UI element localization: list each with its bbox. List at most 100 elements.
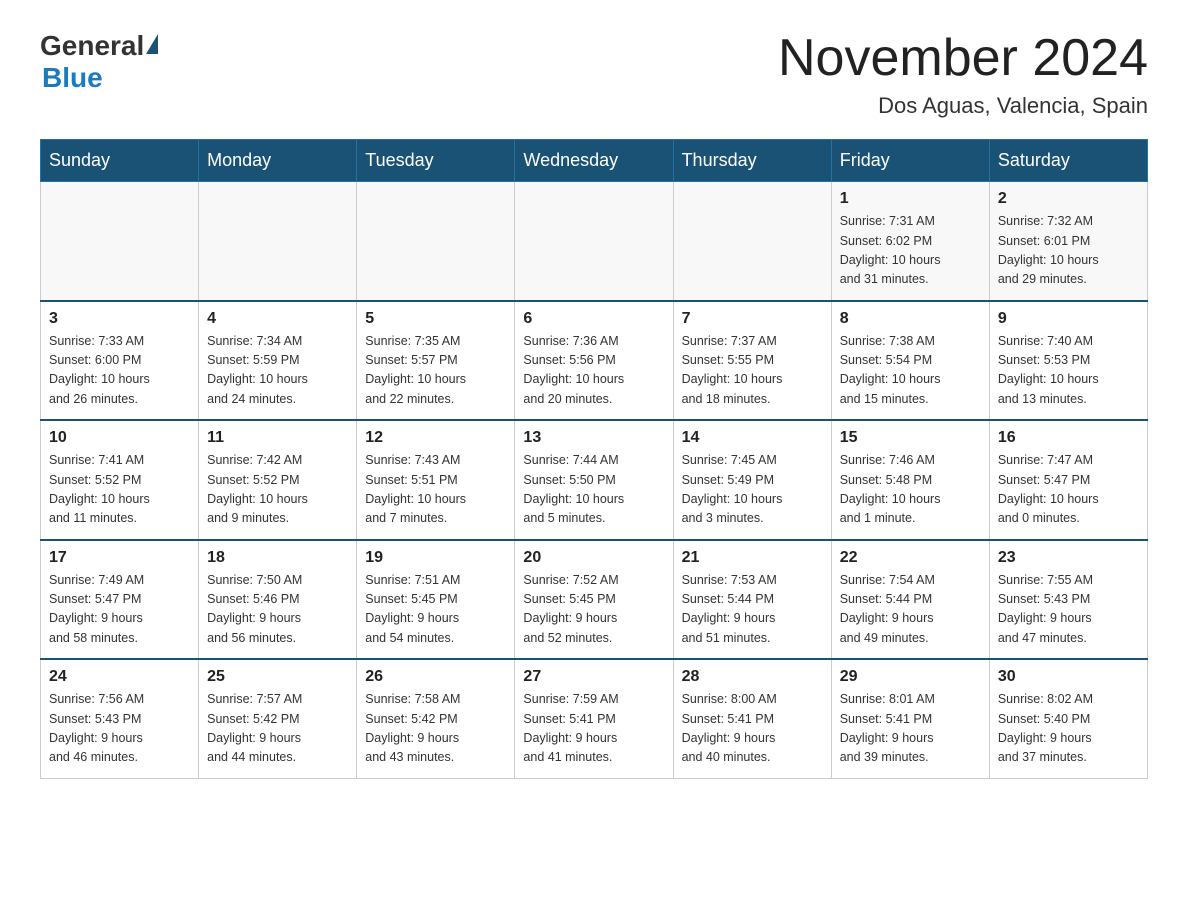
- calendar-cell: 13 Sunrise: 7:44 AM Sunset: 5:50 PM Dayli…: [515, 420, 673, 540]
- day-info: Sunrise: 7:52 AM Sunset: 5:45 PM Dayligh…: [523, 571, 664, 649]
- calendar-week-row: 3 Sunrise: 7:33 AM Sunset: 6:00 PM Daylig…: [41, 301, 1148, 421]
- calendar-cell: 27 Sunrise: 7:59 AM Sunset: 5:41 PM Dayli…: [515, 659, 673, 778]
- day-number: 20: [523, 549, 664, 567]
- day-number: 8: [840, 310, 981, 328]
- day-info: Sunrise: 7:50 AM Sunset: 5:46 PM Dayligh…: [207, 571, 348, 649]
- day-number: 5: [365, 310, 506, 328]
- calendar-header-saturday: Saturday: [989, 140, 1147, 182]
- day-number: 7: [682, 310, 823, 328]
- calendar-cell: [515, 182, 673, 301]
- day-number: 18: [207, 549, 348, 567]
- calendar-cell: 8 Sunrise: 7:38 AM Sunset: 5:54 PM Daylig…: [831, 301, 989, 421]
- day-info: Sunrise: 7:32 AM Sunset: 6:01 PM Dayligh…: [998, 212, 1139, 290]
- calendar-header-sunday: Sunday: [41, 140, 199, 182]
- day-number: 2: [998, 190, 1139, 208]
- calendar-header-wednesday: Wednesday: [515, 140, 673, 182]
- day-number: 10: [49, 429, 190, 447]
- calendar-header-friday: Friday: [831, 140, 989, 182]
- day-number: 19: [365, 549, 506, 567]
- day-info: Sunrise: 7:37 AM Sunset: 5:55 PM Dayligh…: [682, 332, 823, 410]
- calendar-cell: [673, 182, 831, 301]
- day-info: Sunrise: 7:59 AM Sunset: 5:41 PM Dayligh…: [523, 690, 664, 768]
- calendar-cell: [357, 182, 515, 301]
- day-info: Sunrise: 7:42 AM Sunset: 5:52 PM Dayligh…: [207, 451, 348, 529]
- day-number: 23: [998, 549, 1139, 567]
- calendar-cell: 7 Sunrise: 7:37 AM Sunset: 5:55 PM Daylig…: [673, 301, 831, 421]
- calendar-cell: 6 Sunrise: 7:36 AM Sunset: 5:56 PM Daylig…: [515, 301, 673, 421]
- day-info: Sunrise: 7:44 AM Sunset: 5:50 PM Dayligh…: [523, 451, 664, 529]
- calendar-week-row: 1 Sunrise: 7:31 AM Sunset: 6:02 PM Daylig…: [41, 182, 1148, 301]
- day-info: Sunrise: 7:43 AM Sunset: 5:51 PM Dayligh…: [365, 451, 506, 529]
- day-number: 29: [840, 668, 981, 686]
- day-number: 28: [682, 668, 823, 686]
- location-text: Dos Aguas, Valencia, Spain: [778, 93, 1148, 119]
- logo: General Blue: [40, 30, 158, 94]
- day-number: 27: [523, 668, 664, 686]
- calendar-cell: 24 Sunrise: 7:56 AM Sunset: 5:43 PM Dayli…: [41, 659, 199, 778]
- day-info: Sunrise: 7:56 AM Sunset: 5:43 PM Dayligh…: [49, 690, 190, 768]
- calendar-cell: 21 Sunrise: 7:53 AM Sunset: 5:44 PM Dayli…: [673, 540, 831, 660]
- calendar-cell: 9Sunrise: 7:40 AM Sunset: 5:53 PM Daylig…: [989, 301, 1147, 421]
- calendar-cell: 18 Sunrise: 7:50 AM Sunset: 5:46 PM Dayli…: [199, 540, 357, 660]
- day-number: 3: [49, 310, 190, 328]
- day-number: 25: [207, 668, 348, 686]
- day-number: 15: [840, 429, 981, 447]
- calendar-cell: 11 Sunrise: 7:42 AM Sunset: 5:52 PM Dayli…: [199, 420, 357, 540]
- page-header: General Blue November 2024 Dos Aguas, Va…: [40, 30, 1148, 119]
- day-number: 1: [840, 190, 981, 208]
- day-info: Sunrise: 7:41 AM Sunset: 5:52 PM Dayligh…: [49, 451, 190, 529]
- calendar-week-row: 17Sunrise: 7:49 AM Sunset: 5:47 PM Dayli…: [41, 540, 1148, 660]
- day-number: 14: [682, 429, 823, 447]
- calendar-cell: 16 Sunrise: 7:47 AM Sunset: 5:47 PM Dayli…: [989, 420, 1147, 540]
- day-info: Sunrise: 7:33 AM Sunset: 6:00 PM Dayligh…: [49, 332, 190, 410]
- calendar-cell: 30 Sunrise: 8:02 AM Sunset: 5:40 PM Dayli…: [989, 659, 1147, 778]
- calendar-cell: 25Sunrise: 7:57 AM Sunset: 5:42 PM Dayli…: [199, 659, 357, 778]
- calendar-cell: 20 Sunrise: 7:52 AM Sunset: 5:45 PM Dayli…: [515, 540, 673, 660]
- day-number: 30: [998, 668, 1139, 686]
- day-number: 21: [682, 549, 823, 567]
- day-number: 16: [998, 429, 1139, 447]
- logo-text: General: [40, 30, 158, 62]
- day-info: Sunrise: 7:38 AM Sunset: 5:54 PM Dayligh…: [840, 332, 981, 410]
- day-info: Sunrise: 7:34 AM Sunset: 5:59 PM Dayligh…: [207, 332, 348, 410]
- calendar-cell: 22 Sunrise: 7:54 AM Sunset: 5:44 PM Dayli…: [831, 540, 989, 660]
- calendar-cell: 17Sunrise: 7:49 AM Sunset: 5:47 PM Dayli…: [41, 540, 199, 660]
- day-info: Sunrise: 7:36 AM Sunset: 5:56 PM Dayligh…: [523, 332, 664, 410]
- calendar-cell: 28 Sunrise: 8:00 AM Sunset: 5:41 PM Dayli…: [673, 659, 831, 778]
- day-number: 12: [365, 429, 506, 447]
- day-info: Sunrise: 7:31 AM Sunset: 6:02 PM Dayligh…: [840, 212, 981, 290]
- day-info: Sunrise: 8:02 AM Sunset: 5:40 PM Dayligh…: [998, 690, 1139, 768]
- calendar-cell: 10 Sunrise: 7:41 AM Sunset: 5:52 PM Dayli…: [41, 420, 199, 540]
- calendar-cell: 3 Sunrise: 7:33 AM Sunset: 6:00 PM Daylig…: [41, 301, 199, 421]
- calendar-cell: 4 Sunrise: 7:34 AM Sunset: 5:59 PM Daylig…: [199, 301, 357, 421]
- day-info: Sunrise: 7:58 AM Sunset: 5:42 PM Dayligh…: [365, 690, 506, 768]
- calendar-cell: [41, 182, 199, 301]
- day-info: Sunrise: 7:54 AM Sunset: 5:44 PM Dayligh…: [840, 571, 981, 649]
- day-info: Sunrise: 7:53 AM Sunset: 5:44 PM Dayligh…: [682, 571, 823, 649]
- title-section: November 2024 Dos Aguas, Valencia, Spain: [778, 30, 1148, 119]
- day-number: 17: [49, 549, 190, 567]
- day-number: 11: [207, 429, 348, 447]
- day-info: Sunrise: 7:45 AM Sunset: 5:49 PM Dayligh…: [682, 451, 823, 529]
- day-number: 6: [523, 310, 664, 328]
- logo-triangle-icon: [146, 34, 158, 54]
- day-info: Sunrise: 7:46 AM Sunset: 5:48 PM Dayligh…: [840, 451, 981, 529]
- day-info: Sunrise: 8:01 AM Sunset: 5:41 PM Dayligh…: [840, 690, 981, 768]
- day-info: Sunrise: 7:47 AM Sunset: 5:47 PM Dayligh…: [998, 451, 1139, 529]
- day-number: 22: [840, 549, 981, 567]
- day-number: 24: [49, 668, 190, 686]
- calendar-cell: 1 Sunrise: 7:31 AM Sunset: 6:02 PM Daylig…: [831, 182, 989, 301]
- calendar-cell: 15 Sunrise: 7:46 AM Sunset: 5:48 PM Dayli…: [831, 420, 989, 540]
- calendar-header-row: SundayMondayTuesdayWednesdayThursdayFrid…: [41, 140, 1148, 182]
- day-info: Sunrise: 7:55 AM Sunset: 5:43 PM Dayligh…: [998, 571, 1139, 649]
- calendar-week-row: 24 Sunrise: 7:56 AM Sunset: 5:43 PM Dayli…: [41, 659, 1148, 778]
- calendar-cell: 14 Sunrise: 7:45 AM Sunset: 5:49 PM Dayli…: [673, 420, 831, 540]
- calendar-cell: 23 Sunrise: 7:55 AM Sunset: 5:43 PM Dayli…: [989, 540, 1147, 660]
- day-number: 13: [523, 429, 664, 447]
- day-number: 4: [207, 310, 348, 328]
- day-info: Sunrise: 8:00 AM Sunset: 5:41 PM Dayligh…: [682, 690, 823, 768]
- day-info: Sunrise: 7:40 AM Sunset: 5:53 PM Dayligh…: [998, 332, 1139, 410]
- calendar-cell: 12 Sunrise: 7:43 AM Sunset: 5:51 PM Dayli…: [357, 420, 515, 540]
- calendar-header-monday: Monday: [199, 140, 357, 182]
- calendar-week-row: 10 Sunrise: 7:41 AM Sunset: 5:52 PM Dayli…: [41, 420, 1148, 540]
